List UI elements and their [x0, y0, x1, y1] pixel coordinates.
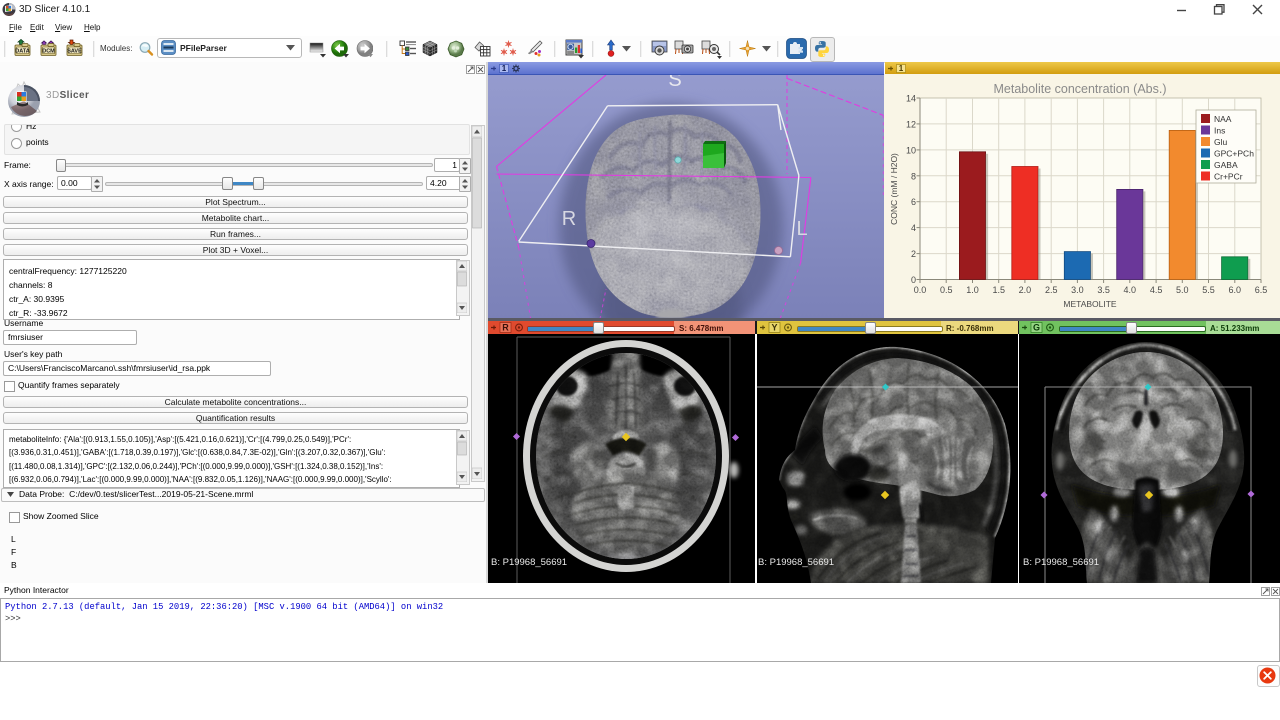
svg-text:4.0: 4.0	[1124, 285, 1137, 295]
svg-text:5.0: 5.0	[1176, 285, 1189, 295]
svg-text:1.5: 1.5	[992, 285, 1005, 295]
svg-text:2.0: 2.0	[1019, 285, 1032, 295]
svg-text:Ins: Ins	[1214, 126, 1225, 136]
svg-text:R: R	[562, 208, 576, 230]
svg-text:12: 12	[906, 119, 916, 129]
svg-text:GABA: GABA	[1214, 160, 1238, 170]
svg-text:8: 8	[911, 171, 916, 181]
svg-text:R: R	[502, 323, 509, 333]
svg-text:Y: Y	[771, 323, 777, 333]
svg-text:2.5: 2.5	[1045, 285, 1058, 295]
svg-text:S: S	[668, 75, 681, 91]
svg-text:Glu: Glu	[1214, 137, 1228, 147]
svg-text:Metabolite concentration (Abs.: Metabolite concentration (Abs.)	[993, 82, 1166, 96]
svg-text:DATA: DATA	[15, 49, 29, 55]
svg-text:B: P19968_56691: B: P19968_56691	[758, 557, 834, 568]
svg-text:METABOLITE: METABOLITE	[1063, 299, 1117, 309]
svg-text:B: P19968_56691: B: P19968_56691	[491, 557, 567, 568]
svg-text:0.0: 0.0	[914, 285, 927, 295]
svg-text:14: 14	[906, 94, 916, 104]
svg-text:3.5: 3.5	[1097, 285, 1110, 295]
svg-text:10: 10	[906, 145, 916, 155]
svg-text:4.5: 4.5	[1150, 285, 1163, 295]
svg-text:1: 1	[502, 64, 507, 73]
svg-text:5.5: 5.5	[1202, 285, 1215, 295]
svg-text:L: L	[796, 218, 807, 240]
svg-text:6: 6	[911, 197, 916, 207]
svg-text:G: G	[1033, 323, 1040, 333]
svg-text:3.0: 3.0	[1071, 285, 1084, 295]
svg-text:4: 4	[911, 223, 916, 233]
svg-text:0.5: 0.5	[940, 285, 953, 295]
svg-text:CONC (mM / H2O): CONC (mM / H2O)	[889, 153, 899, 225]
svg-text:GPC+PCh: GPC+PCh	[1214, 149, 1254, 159]
svg-text:B: P19968_56691: B: P19968_56691	[1023, 557, 1099, 568]
svg-text:Cr+PCr: Cr+PCr	[1214, 172, 1243, 182]
svg-text:2: 2	[911, 249, 916, 259]
svg-text:DCM: DCM	[42, 49, 55, 55]
svg-text:6.0: 6.0	[1229, 285, 1242, 295]
svg-text:1.0: 1.0	[966, 285, 979, 295]
svg-text:6.5: 6.5	[1255, 285, 1268, 295]
svg-text:NAA: NAA	[1214, 114, 1232, 124]
svg-text:1: 1	[899, 64, 904, 73]
svg-text:0: 0	[911, 275, 916, 285]
svg-text:SAVE: SAVE	[67, 49, 82, 55]
